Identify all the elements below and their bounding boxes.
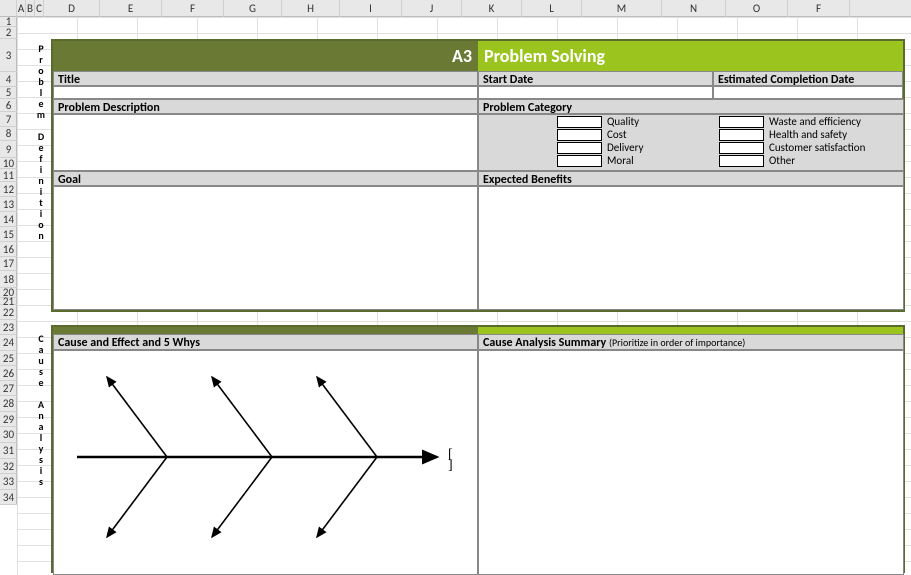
fishbone-diagram xyxy=(67,357,457,557)
category-label-moral: Moral xyxy=(607,154,634,167)
row-26[interactable]: 26 xyxy=(0,366,17,381)
category-label-delivery: Delivery xyxy=(607,141,644,154)
row-14[interactable]: 14 xyxy=(0,212,17,227)
row-10[interactable]: 10 xyxy=(0,158,17,169)
category-label-health: Health and safety xyxy=(769,128,847,141)
row-15[interactable]: 15 xyxy=(0,227,17,242)
vertical-label-cause-analysis: Cause Analysis xyxy=(35,333,47,487)
problem-description-header: Problem Description xyxy=(53,99,478,114)
row-21[interactable]: 21 xyxy=(0,298,17,305)
spreadsheet-grid[interactable]: Problem Definition Cause Analysis A3 Pro… xyxy=(17,17,911,575)
row-3[interactable]: 3 xyxy=(0,39,17,72)
category-label-cost: Cost xyxy=(607,128,627,141)
panel-problem-definition: A3 Problem Solving Title Start Date Esti… xyxy=(51,39,905,312)
row-11[interactable]: 11 xyxy=(0,169,17,182)
col-C[interactable]: C xyxy=(35,0,44,17)
row-32[interactable]: 32 xyxy=(0,459,17,474)
row-16[interactable]: 16 xyxy=(0,242,17,257)
col-L[interactable]: L xyxy=(522,0,582,17)
row-22[interactable]: 22 xyxy=(0,305,17,320)
title-input[interactable] xyxy=(53,86,478,99)
goal-input[interactable] xyxy=(53,186,478,310)
row-31[interactable]: 31 xyxy=(0,443,17,459)
expected-benefits-header: Expected Benefits xyxy=(478,171,904,186)
row-headers: 1234567891011121314151617182021222324252… xyxy=(0,17,17,505)
col-K[interactable]: K xyxy=(462,0,522,17)
panel2-strip-right xyxy=(478,327,903,334)
row-17[interactable]: 17 xyxy=(0,257,17,271)
col-B[interactable]: B xyxy=(26,0,35,17)
category-box-waste[interactable] xyxy=(719,116,764,128)
start-date-header: Start Date xyxy=(478,71,713,86)
col-O[interactable]: O xyxy=(726,0,788,17)
title-bar: A3 Problem Solving xyxy=(53,41,903,71)
col-H[interactable]: H xyxy=(282,0,340,17)
category-box-quality[interactable] xyxy=(557,116,602,128)
row-24[interactable]: 24 xyxy=(0,335,17,351)
cause-summary-header: Cause Analysis Summary (Prioritize in or… xyxy=(478,334,904,350)
row-12[interactable]: 12 xyxy=(0,182,17,197)
fishbone-head-bracket: [ ] xyxy=(448,449,453,471)
panel2-strip-left xyxy=(53,327,478,334)
row-5[interactable]: 5 xyxy=(0,87,17,99)
col-A[interactable]: A xyxy=(17,0,26,17)
cause-summary-note: (Prioritize in order of importance) xyxy=(609,336,745,349)
cause-effect-header: Cause and Effect and 5 Whys xyxy=(53,334,478,350)
row-29[interactable]: 29 xyxy=(0,412,17,427)
col-J[interactable]: J xyxy=(402,0,462,17)
col-G[interactable]: G xyxy=(224,0,282,17)
category-box-moral[interactable] xyxy=(557,155,602,167)
cause-summary-input[interactable] xyxy=(478,350,904,575)
row-33[interactable]: 33 xyxy=(0,474,17,490)
ecd-header: Estimated Completion Date xyxy=(713,71,903,86)
category-label-quality: Quality xyxy=(607,115,639,128)
expected-benefits-input[interactable] xyxy=(478,186,904,310)
row-28[interactable]: 28 xyxy=(0,396,17,412)
col-F[interactable]: F xyxy=(788,0,850,17)
category-box-customer[interactable] xyxy=(719,142,764,154)
col-E[interactable]: E xyxy=(100,0,162,17)
category-box-health[interactable] xyxy=(719,129,764,141)
ecd-input[interactable] xyxy=(713,86,903,99)
category-label-customer: Customer satisfaction xyxy=(769,141,865,154)
goal-header: Goal xyxy=(53,171,478,186)
category-box-cost[interactable] xyxy=(557,129,602,141)
title-left: A3 xyxy=(53,41,478,71)
row-25[interactable]: 25 xyxy=(0,351,17,366)
row-23[interactable]: 23 xyxy=(0,320,17,335)
category-label-waste: Waste and efficiency xyxy=(769,115,861,128)
row-30[interactable]: 30 xyxy=(0,427,17,443)
row-27[interactable]: 27 xyxy=(0,381,17,396)
problem-category-header: Problem Category xyxy=(478,99,904,114)
col-F[interactable]: F xyxy=(162,0,224,17)
category-box-delivery[interactable] xyxy=(557,142,602,154)
column-headers: ABCDEFGHIJKLMNOF xyxy=(0,0,911,17)
col-M[interactable]: M xyxy=(582,0,662,17)
row-4[interactable]: 4 xyxy=(0,72,17,87)
row-2[interactable]: 2 xyxy=(0,27,17,39)
category-label-other: Other xyxy=(769,154,795,167)
row-9[interactable]: 9 xyxy=(0,141,17,158)
row-13[interactable]: 13 xyxy=(0,197,17,212)
row-8[interactable]: 8 xyxy=(0,127,17,141)
row-7[interactable]: 7 xyxy=(0,112,17,127)
row-6[interactable]: 6 xyxy=(0,99,17,112)
start-date-input[interactable] xyxy=(478,86,713,99)
vertical-label-problem-definition: Problem Definition xyxy=(35,43,47,241)
col-D[interactable]: D xyxy=(44,0,100,17)
category-box-other[interactable] xyxy=(719,155,764,167)
col-I[interactable]: I xyxy=(340,0,402,17)
row-34[interactable]: 34 xyxy=(0,490,17,505)
title-right: Problem Solving xyxy=(478,41,903,71)
title-header: Title xyxy=(53,71,478,86)
cause-summary-label: Cause Analysis Summary xyxy=(483,336,606,350)
col-N[interactable]: N xyxy=(662,0,726,17)
problem-category-area: Quality Cost Delivery Moral Waste and ef… xyxy=(478,114,904,171)
problem-description-input[interactable] xyxy=(53,114,478,171)
